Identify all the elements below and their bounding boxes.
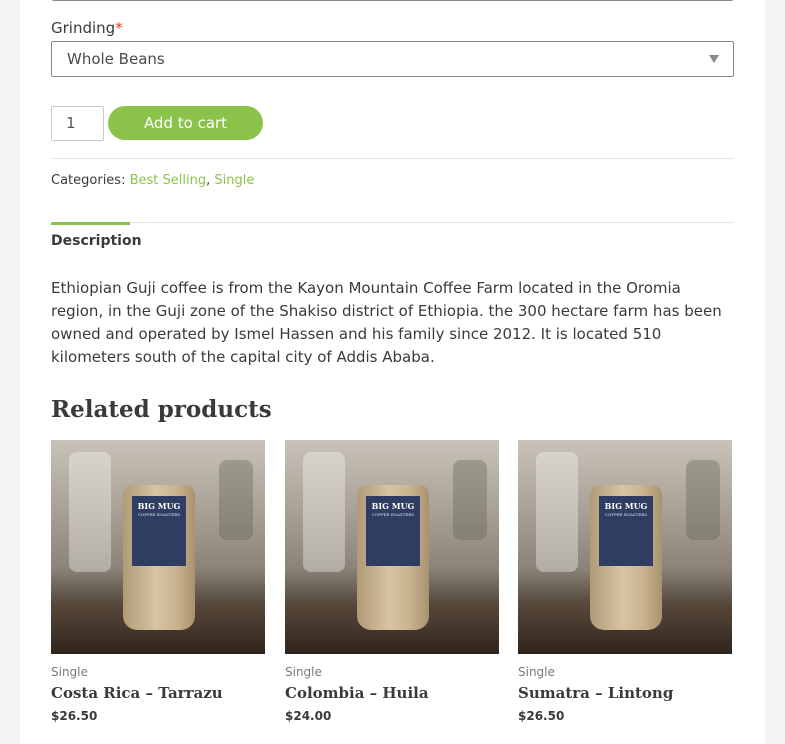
- category-link-best-selling[interactable]: Best Selling: [130, 173, 207, 188]
- related-product-card: BIG MUG COFFEE ROASTERS Single Costa Rica…: [51, 440, 265, 723]
- category-separator: ,: [206, 173, 211, 188]
- bag-label: BIG MUG COFFEE ROASTERS: [132, 496, 186, 566]
- product-image[interactable]: BIG MUG COFFEE ROASTERS: [285, 440, 499, 654]
- bag-label: BIG MUG COFFEE ROASTERS: [366, 496, 420, 566]
- product-name[interactable]: Sumatra – Lintong: [518, 684, 732, 702]
- product-price: $26.50: [518, 709, 565, 723]
- grinding-select[interactable]: Whole Beans: [51, 41, 734, 77]
- product-image[interactable]: BIG MUG COFFEE ROASTERS: [51, 440, 265, 654]
- related-products-heading: Related products: [51, 396, 272, 423]
- grinding-label-text: Grinding: [51, 19, 116, 37]
- product-description: Ethiopian Guji coffee is from the Kayon …: [51, 279, 722, 366]
- product-category: Single: [518, 665, 555, 679]
- divider: [51, 158, 734, 159]
- product-page: Grinding* Whole Beans 1 Add to cart Cate…: [20, 0, 765, 744]
- product-categories: Categories: Best Selling, Single: [51, 173, 254, 188]
- add-to-cart-button[interactable]: Add to cart: [108, 106, 263, 140]
- categories-label: Categories:: [51, 173, 126, 188]
- chevron-down-icon: [709, 55, 719, 63]
- required-mark: *: [115, 19, 123, 37]
- product-category: Single: [285, 665, 322, 679]
- grinding-select-value: Whole Beans: [67, 50, 165, 68]
- product-category: Single: [51, 665, 88, 679]
- quantity-input[interactable]: 1: [51, 106, 104, 141]
- tab-description[interactable]: Description: [51, 233, 142, 249]
- product-name[interactable]: Costa Rica – Tarrazu: [51, 684, 265, 702]
- product-image[interactable]: BIG MUG COFFEE ROASTERS: [518, 440, 732, 654]
- related-product-card: BIG MUG COFFEE ROASTERS Single Sumatra – …: [518, 440, 732, 723]
- active-tab-indicator: [51, 222, 130, 225]
- product-price: $26.50: [51, 709, 98, 723]
- product-price: $24.00: [285, 709, 332, 723]
- product-name[interactable]: Colombia – Huila: [285, 684, 499, 702]
- previous-select-field[interactable]: [51, 0, 734, 1]
- grinding-label: Grinding*: [51, 19, 123, 37]
- divider: [51, 222, 734, 223]
- category-link-single[interactable]: Single: [214, 173, 254, 188]
- related-product-card: BIG MUG COFFEE ROASTERS Single Colombia –…: [285, 440, 499, 723]
- bag-label: BIG MUG COFFEE ROASTERS: [599, 496, 653, 566]
